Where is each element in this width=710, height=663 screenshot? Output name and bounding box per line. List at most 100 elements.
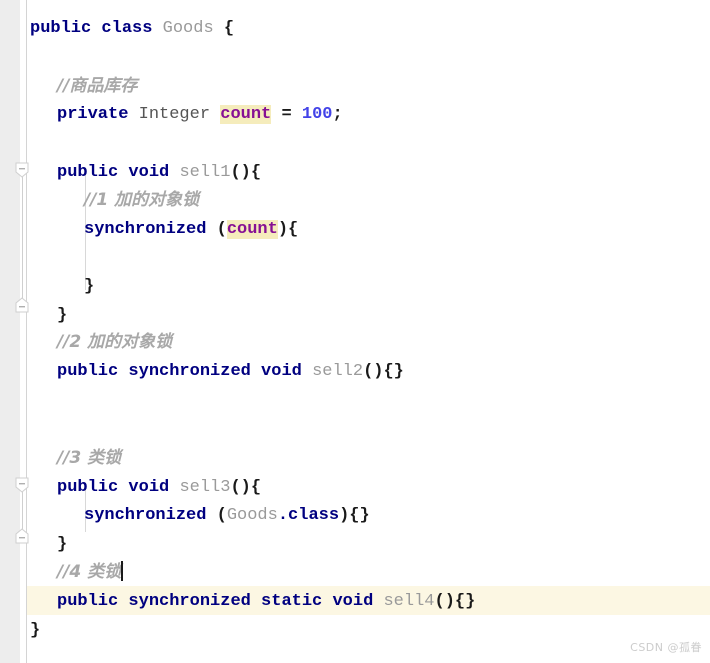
token-punc: (){} (363, 362, 404, 381)
token-punc: } (84, 277, 95, 296)
token-punc (251, 592, 261, 611)
token-id: sell2 (312, 362, 364, 381)
text-caret (121, 561, 124, 581)
code-line-text: public class Goods { (0, 14, 234, 43)
token-punc: } (57, 306, 68, 325)
token-punc (118, 163, 128, 182)
token-id: Goods (226, 506, 278, 525)
code-line[interactable]: //1 加的对象锁 (0, 186, 710, 215)
code-line[interactable] (0, 415, 710, 444)
code-line[interactable]: } (0, 301, 710, 330)
code-line[interactable]: public void sell1(){ (0, 158, 710, 187)
token-kw: public (57, 592, 119, 611)
code-line[interactable]: public synchronized void sell2(){} (0, 357, 710, 386)
code-line-text: //商品库存 (0, 72, 137, 102)
code-line[interactable]: //4 类锁 (0, 558, 710, 587)
token-punc: ){} (339, 506, 370, 525)
token-punc: (){} (434, 592, 476, 611)
token-punc (214, 19, 224, 38)
token-kw: synchronized (128, 362, 251, 381)
token-kw: void (332, 592, 374, 611)
code-line[interactable]: //商品库存 (0, 72, 710, 101)
token-punc (322, 592, 332, 611)
token-punc (169, 478, 179, 497)
token-punc (169, 163, 179, 182)
code-line-text: } (0, 530, 67, 559)
token-cmtcn: //1 加的对象锁 (84, 190, 200, 210)
token-punc (118, 478, 128, 497)
code-line-text: } (0, 616, 40, 645)
code-line-text: //2 加的对象锁 (0, 328, 172, 358)
code-line-text: } (0, 272, 94, 301)
token-kw: synchronized (84, 506, 207, 525)
token-punc: { (223, 19, 235, 38)
token-punc (271, 105, 281, 124)
token-punc (118, 592, 128, 611)
token-kw: .class (277, 506, 340, 525)
token-kw: void (128, 163, 170, 182)
token-kw: void (261, 362, 302, 381)
token-cmtcn: //商品库存 (57, 76, 138, 96)
token-kw: private (57, 105, 129, 124)
code-line[interactable]: } (0, 616, 710, 645)
token-kw: synchronized (84, 220, 207, 239)
token-punc: ){ (277, 220, 299, 239)
token-punc: ( (216, 220, 227, 239)
token-cmtcn: //2 加的对象锁 (57, 332, 173, 352)
token-cmtcn: //4 类锁 (57, 562, 122, 582)
token-punc (302, 362, 312, 381)
code-line[interactable]: public class Goods { (0, 14, 710, 43)
code-line[interactable]: } (0, 272, 710, 301)
code-line-text: //3 类锁 (0, 444, 121, 474)
code-line[interactable]: public synchronized static void sell4(){… (0, 587, 710, 616)
code-line[interactable]: //3 类锁 (0, 444, 710, 473)
code-line[interactable]: synchronized (count){ (0, 215, 710, 244)
code-line[interactable] (0, 43, 710, 72)
code-line[interactable] (0, 244, 710, 273)
code-line[interactable] (0, 129, 710, 158)
token-id: Goods (162, 19, 214, 38)
code-content[interactable]: public class Goods { //商品库存 private Intege… (0, 0, 710, 663)
token-punc: ; (332, 105, 343, 124)
code-line-text: //4 类锁 (0, 558, 124, 588)
token-id: sell4 (383, 592, 435, 611)
code-line-text: synchronized (count){ (0, 215, 298, 244)
code-line[interactable]: } (0, 530, 710, 559)
code-line-text: //1 加的对象锁 (0, 186, 199, 216)
code-editor[interactable]: public class Goods { //商品库存 private Intege… (0, 0, 710, 663)
token-punc: (){ (230, 163, 262, 182)
code-line-text: public void sell1(){ (0, 158, 261, 187)
token-punc (292, 105, 302, 124)
code-line-text: public synchronized void sell2(){} (0, 357, 404, 386)
token-punc (118, 362, 128, 381)
token-kw: class (101, 19, 153, 38)
csdn-watermark: CSDN @孤眷 (630, 641, 702, 654)
token-id: sell1 (179, 163, 231, 182)
code-line-text: public void sell3(){ (0, 473, 261, 502)
token-kw: public (30, 19, 92, 38)
token-punc: ( (216, 506, 227, 525)
code-line[interactable]: public void sell3(){ (0, 473, 710, 502)
token-punc: (){ (230, 478, 262, 497)
token-kw: public (57, 362, 119, 381)
token-punc (152, 19, 162, 38)
token-punc (373, 592, 383, 611)
code-line[interactable]: //2 加的对象锁 (0, 328, 710, 357)
code-line-text: private Integer count = 100; (0, 100, 343, 129)
code-line-text: } (0, 301, 67, 330)
code-line[interactable] (0, 386, 710, 415)
token-kw: public (57, 163, 119, 182)
token-punc: = (281, 105, 292, 124)
token-punc (206, 506, 216, 525)
token-kw: synchronized (128, 592, 251, 611)
token-punc (210, 105, 220, 124)
token-kw: static (261, 592, 323, 611)
token-punc (251, 362, 261, 381)
code-line[interactable]: private Integer count = 100; (0, 100, 710, 129)
code-line[interactable]: synchronized (Goods.class){} (0, 501, 710, 530)
token-punc (206, 220, 216, 239)
token-punc: } (30, 621, 41, 640)
token-kw: public (57, 478, 119, 497)
token-num: 100 (301, 105, 333, 124)
token-punc (128, 105, 138, 124)
